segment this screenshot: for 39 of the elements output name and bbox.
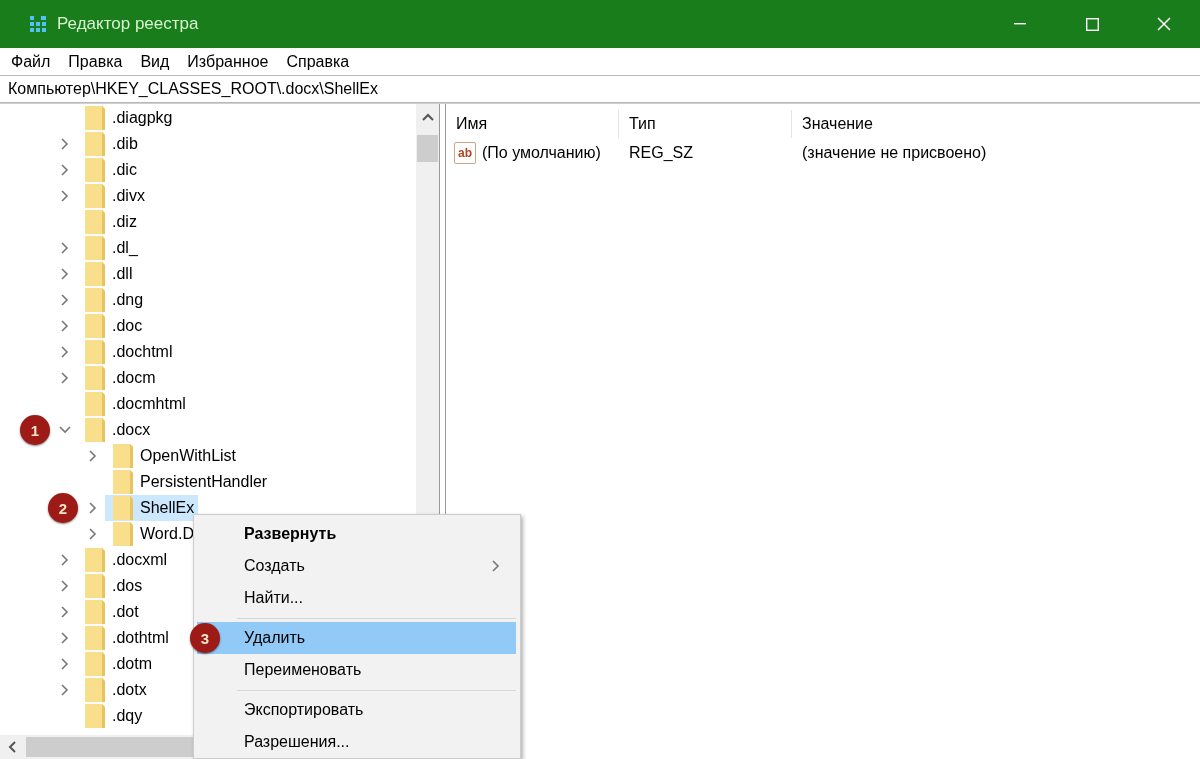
tree-label: .docm: [112, 369, 156, 387]
menu-label: Удалить: [244, 629, 307, 647]
table-cell: (По умолчанию): [482, 144, 601, 162]
tree-label: OpenWithList: [140, 447, 237, 465]
tree-label: .dib: [112, 135, 138, 153]
tree-label: .dos: [112, 577, 143, 595]
tree-label: .doc: [112, 317, 143, 335]
menu-label: Создать: [244, 557, 306, 575]
menu-label: Экспортировать: [244, 701, 365, 719]
tree-label: .diagpkg: [112, 109, 173, 127]
tree-label: .docxml: [112, 551, 168, 569]
tree-label: .diz: [112, 213, 137, 231]
menu-label: Переименовать: [244, 661, 363, 679]
tree-label: .dl_: [112, 239, 138, 257]
tree-label: .dotx: [112, 681, 147, 699]
tree-label: .dot: [112, 603, 139, 621]
tree-label: .dothtml: [112, 629, 169, 647]
step-badge: 1: [20, 415, 50, 445]
window-title: Редактор реестра: [57, 14, 199, 34]
tree-label: Word.D: [140, 525, 194, 543]
menu-label: Развернуть: [244, 525, 338, 543]
tree-label: PersistentHandler: [140, 473, 268, 491]
menu-label: Найти...: [244, 589, 304, 607]
table-cell: (значение не присвоено): [802, 144, 987, 162]
tree-label: ShellEx: [140, 499, 195, 517]
tree-label: .dotm: [112, 655, 152, 673]
menu-label: Разрешения...: [244, 733, 351, 751]
step-badge: 2: [48, 493, 78, 523]
table-cell: REG_SZ: [629, 144, 693, 162]
tree-label: .dqy: [112, 707, 143, 725]
tree-label: .dll: [112, 265, 133, 283]
tree-label: .dic: [112, 161, 137, 179]
step-badge: 3: [190, 623, 220, 653]
tree-label: .divx: [112, 187, 145, 205]
string-value-icon: ab: [454, 142, 476, 164]
tree-label: .docmhtml: [112, 395, 186, 413]
tree-label: .docx: [112, 421, 151, 439]
tree-label: .dng: [112, 291, 144, 309]
tree-label: .dochtml: [112, 343, 173, 361]
